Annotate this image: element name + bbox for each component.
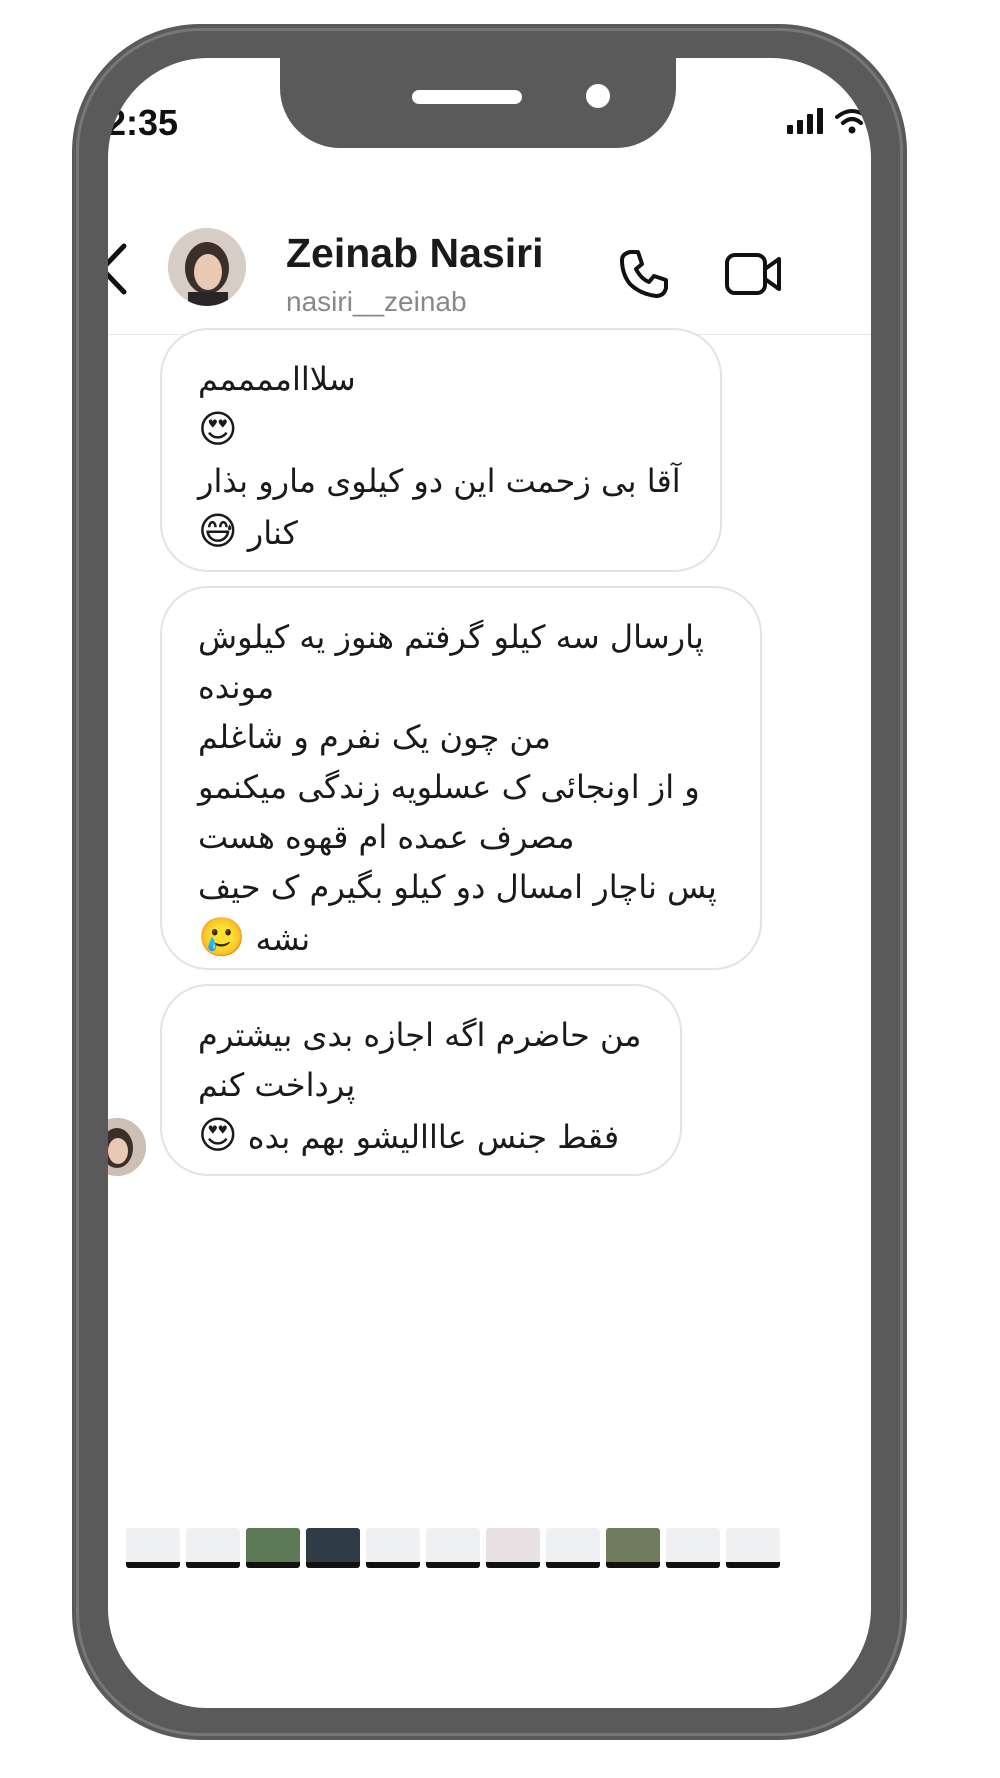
notch [280,58,676,148]
thumbnail[interactable] [186,1528,240,1568]
sweat-smile-emoji: 😅 [198,509,238,553]
chevron-left-icon[interactable] [108,242,132,296]
thumbnail[interactable] [426,1528,480,1568]
speaker-grille [412,90,522,104]
message-bubble[interactable]: من حاضرم اگه اجازه بدی بیشترم پرداخت کنم… [160,984,682,1176]
video-camera-icon[interactable] [724,250,784,298]
chat-screen: 2:35 Zeinab Nasiri nasiri__zeinab سلااام… [108,58,871,1708]
message-line: مونده [198,668,275,706]
message-line: آقا بی زحمت این دو کیلوی مارو بذار [198,462,681,500]
message-line: پرداخت کنم [198,1066,356,1104]
thumbnail[interactable] [546,1528,600,1568]
thumbnail[interactable] [606,1528,660,1568]
cellular-signal-icon [787,108,823,134]
thumbnail[interactable] [306,1528,360,1568]
message-line: مصرف عمده ام قهوه هست [198,818,575,856]
contact-avatar[interactable] [168,228,246,306]
tearful-smile-emoji: 🥲 [198,915,246,959]
phone-frame: 2:35 Zeinab Nasiri nasiri__zeinab سلااام… [72,24,907,1740]
avatar-photo [168,228,246,306]
thumbnail[interactable] [246,1528,300,1568]
message-bubble[interactable]: پارسال سه کیلو گرفتم هنوز یه کیلوش مونده… [160,586,762,970]
contact-username: nasiri__zeinab [286,286,467,317]
message-line: من چون یک نفرم و شاغلم [198,718,551,756]
heart-eyes-emoji: 😍 [198,407,238,451]
phone-icon[interactable] [616,246,672,302]
avatar-photo [108,1118,146,1176]
wifi-icon [835,109,869,134]
message-line: فقط جنس عااالیشو بهم بده 😍 [198,1113,620,1157]
message-line: کنار 😅 [198,509,298,553]
thumbnail[interactable] [126,1528,180,1568]
message-line: پارسال سه کیلو گرفتم هنوز یه کیلوش [198,618,704,656]
status-time: 2:35 [108,102,179,143]
thumbnail[interactable] [366,1528,420,1568]
message-line: 😍 [198,404,684,456]
message-line: و از اونجائی ک عسلویه زندگی میکنمو [198,768,700,806]
message-bubble[interactable]: سلاااممممم 😍 آقا بی زحمت این دو کیلوی ما… [160,328,722,572]
status-icons [787,108,869,134]
message-line: نشه 🥲 [198,915,311,959]
thumbnail[interactable] [726,1528,780,1568]
media-thumbnail-strip [108,1528,871,1574]
sender-avatar[interactable] [108,1116,148,1178]
front-camera [586,84,610,108]
message-line: من حاضرم اگه اجازه بدی بیشترم [198,1016,642,1054]
message-line: پس ناچار امسال دو کیلو بگیرم ک حیف [198,868,717,906]
contact-name[interactable]: Zeinab Nasiri [286,230,543,277]
chat-header: Zeinab Nasiri nasiri__zeinab [108,206,871,335]
thumbnail[interactable] [486,1528,540,1568]
heart-eyes-emoji: 😍 [198,1113,238,1157]
thumbnail[interactable] [666,1528,720,1568]
message-line: سلاااممممم [198,360,356,398]
